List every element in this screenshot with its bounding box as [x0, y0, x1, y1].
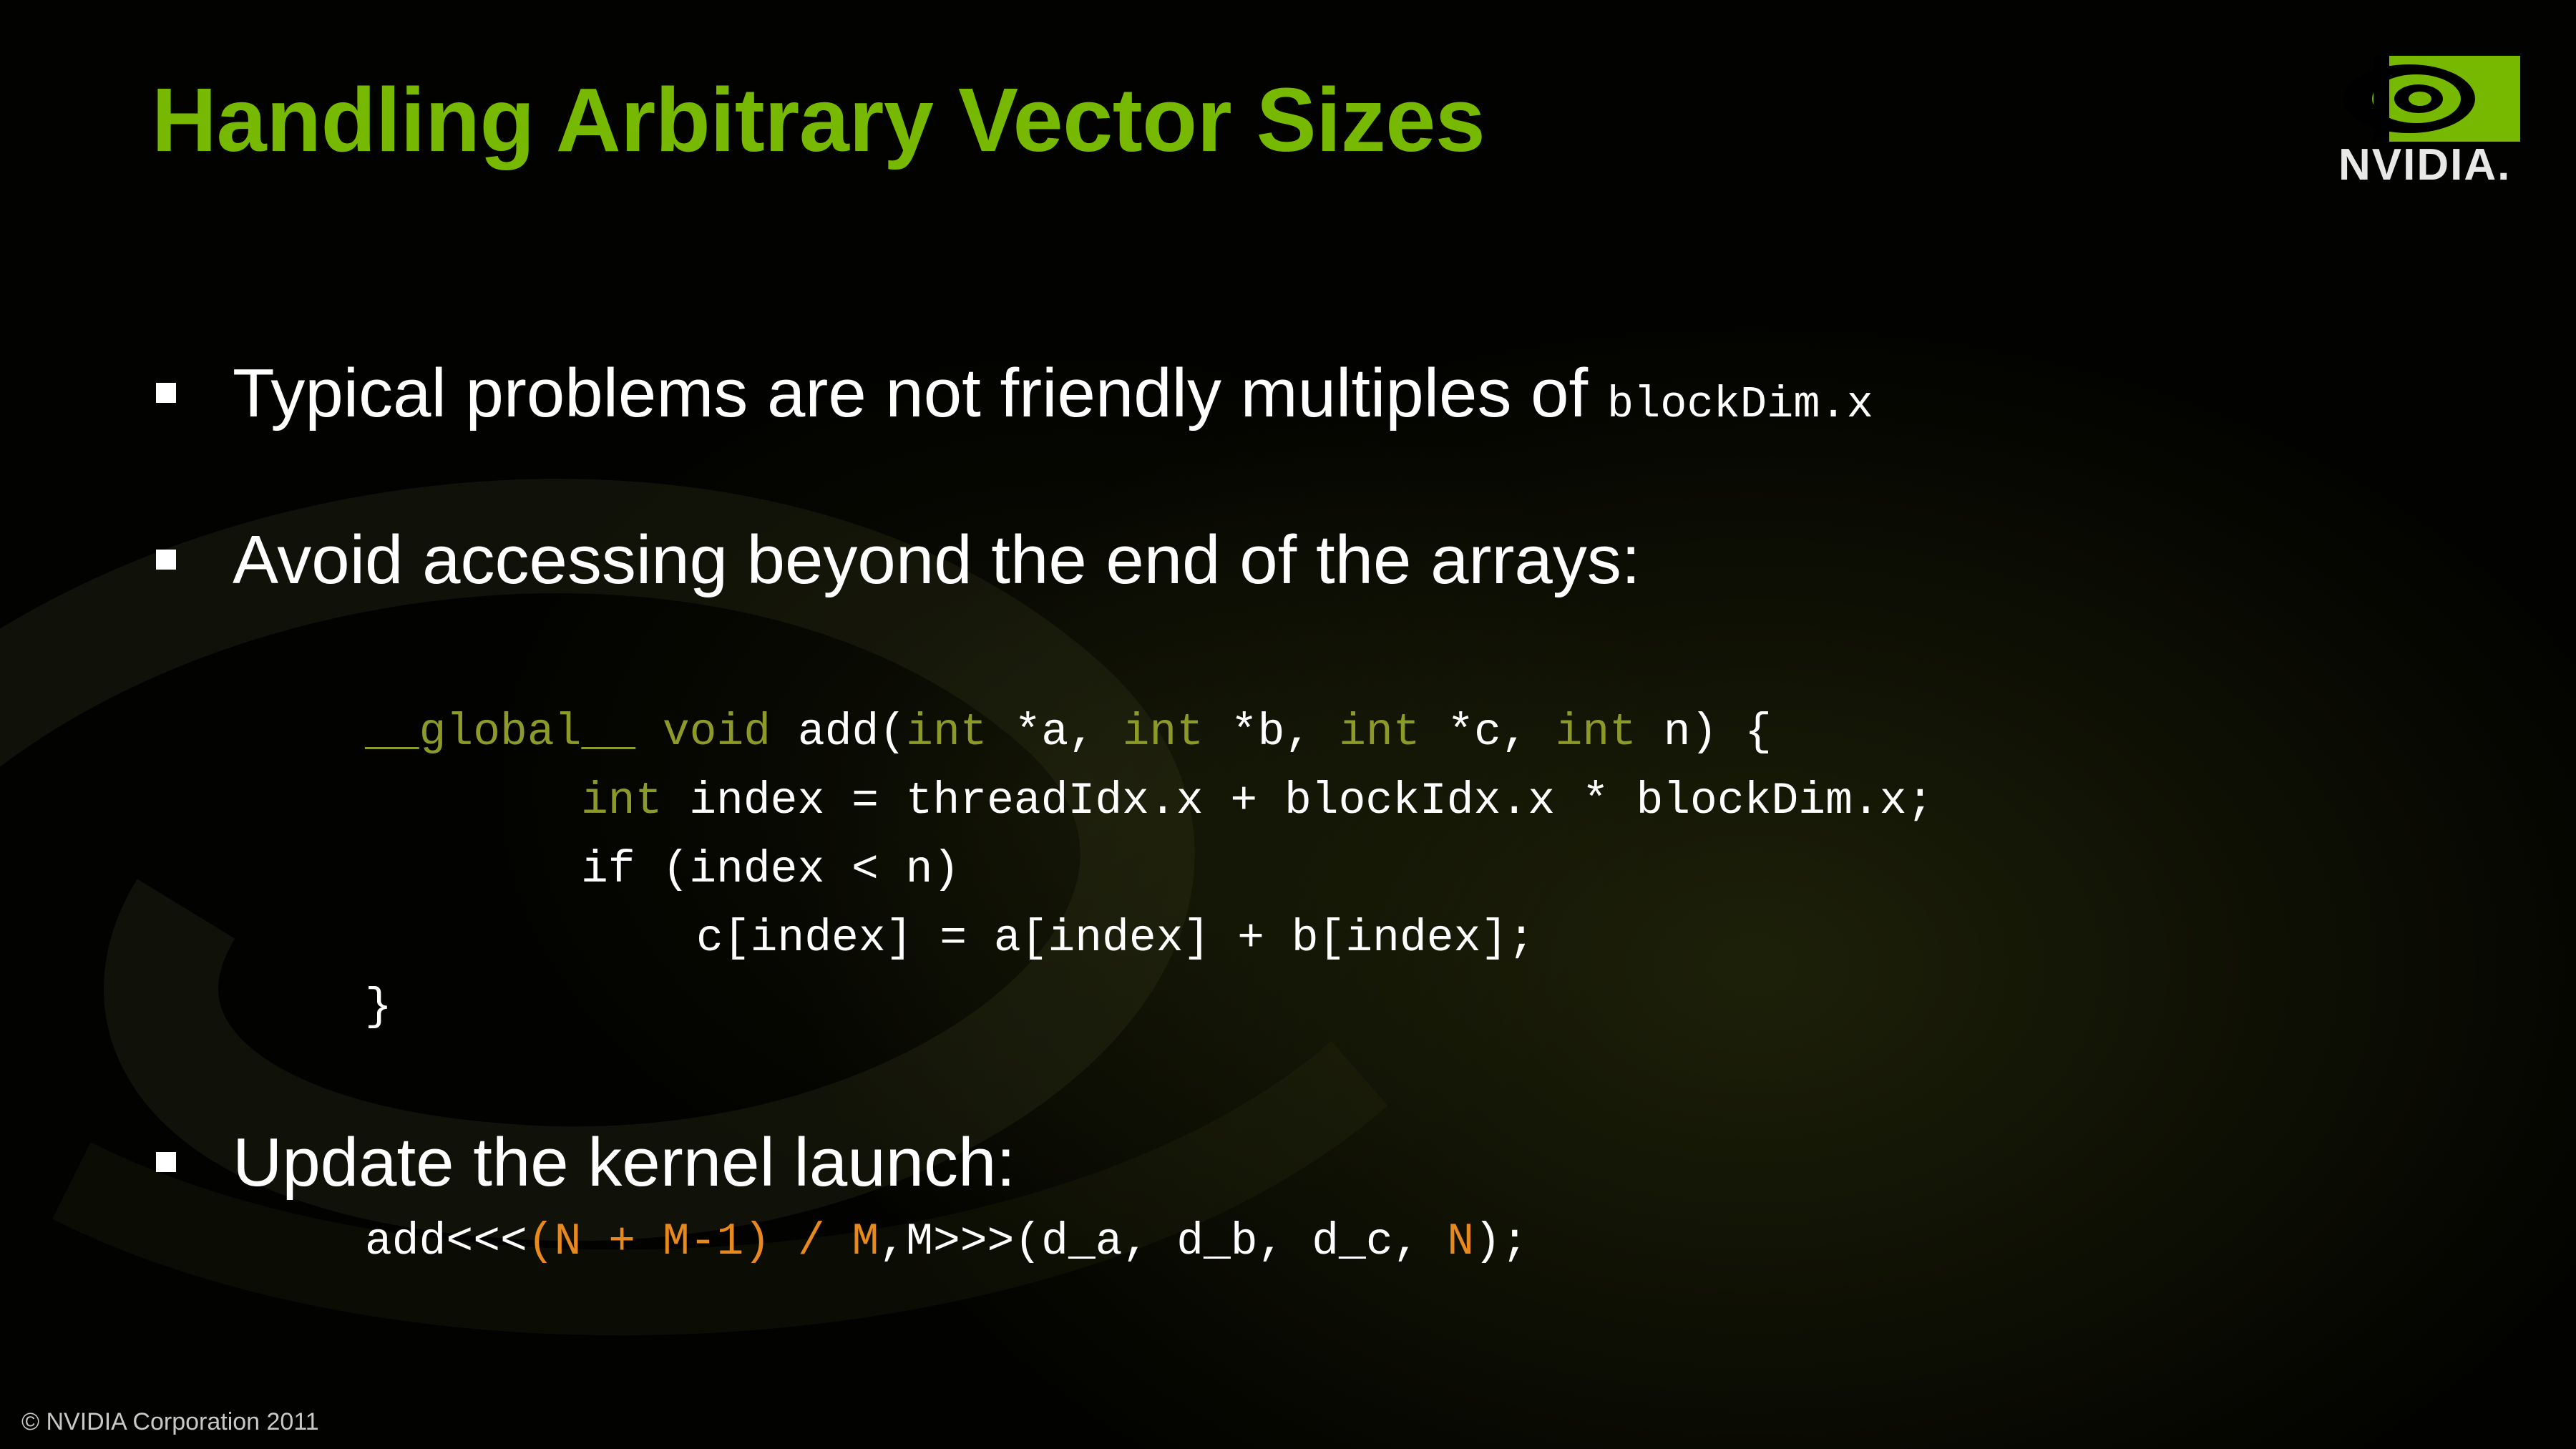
bullet-marker: [156, 383, 176, 403]
code-line: __global__ void add(int *a, int *b, int …: [365, 707, 1772, 758]
slide-title: Handling Arbitrary Vector Sizes: [152, 69, 1485, 170]
bullet-marker: [156, 550, 176, 570]
copyright-footer: © NVIDIA Corporation 2011: [21, 1408, 319, 1435]
bullet-marker: [156, 1152, 176, 1172]
bullet-text: Avoid accessing beyond the end of the ar…: [233, 522, 1641, 598]
code-line: c[index] = a[index] + b[index];: [696, 913, 1535, 964]
code-line: int index = threadIdx.x + blockIdx.x * b…: [581, 776, 1934, 826]
code-line: if (index < n): [581, 844, 960, 895]
launch-code-line: add<<<(N + M-1) / M,M>>>(d_a, d_b, d_c, …: [365, 1216, 1528, 1267]
bullet-text: Update the kernel launch:: [233, 1124, 1016, 1201]
code-line: }: [365, 982, 392, 1033]
inline-code: blockDim.x: [1606, 379, 1873, 430]
bullet-text: Typical problems are not friendly multip…: [233, 355, 1873, 431]
nvidia-logo-text: NVIDIA.: [2338, 140, 2512, 190]
